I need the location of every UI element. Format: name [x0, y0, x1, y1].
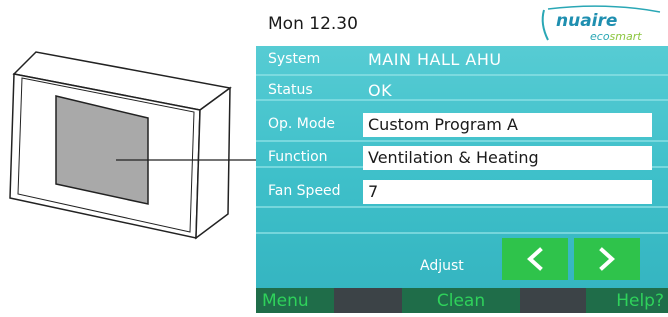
svg-text:ecosmart: ecosmart — [590, 30, 642, 43]
system-label: System — [268, 51, 321, 67]
device-illustration — [0, 0, 280, 313]
svg-text:nuaire: nuaire — [556, 11, 617, 31]
help-button[interactable]: Help? — [586, 288, 668, 313]
controller-panel: Mon 12.30 nuaire ecosmart System MAIN HA… — [256, 0, 668, 313]
function-label: Function — [268, 149, 328, 165]
row-function: Function Ventilation & Heating — [256, 146, 668, 172]
menu-button[interactable]: Menu — [256, 288, 334, 313]
status-value: OK — [368, 81, 393, 100]
date-time: Mon 12.30 — [268, 14, 358, 34]
row-fan-speed: Fan Speed 7 — [256, 180, 668, 206]
row-separator — [256, 232, 668, 234]
panel-header: Mon 12.30 nuaire ecosmart — [256, 0, 668, 46]
row-op-mode: Op. Mode Custom Program A — [256, 113, 668, 139]
fan-speed-field[interactable]: 7 — [363, 180, 652, 204]
op-mode-field[interactable]: Custom Program A — [363, 113, 652, 137]
status-label: Status — [268, 82, 313, 98]
fan-speed-label: Fan Speed — [268, 183, 341, 199]
chevron-left-icon — [527, 247, 543, 271]
row-system: System MAIN HALL AHU — [256, 48, 668, 74]
op-mode-label: Op. Mode — [268, 116, 335, 132]
nuaire-logo: nuaire ecosmart — [526, 4, 666, 46]
chevron-right-icon — [599, 247, 615, 271]
row-status: Status OK — [256, 79, 668, 105]
row-separator — [256, 206, 668, 208]
adjust-right-button[interactable] — [574, 238, 640, 280]
function-field[interactable]: Ventilation & Heating — [363, 146, 652, 170]
bottom-bar: Menu Clean Help? — [256, 288, 668, 313]
adjust-label: Adjust — [420, 258, 464, 274]
row-separator — [256, 140, 668, 142]
adjust-left-button[interactable] — [502, 238, 568, 280]
clean-button[interactable]: Clean — [402, 288, 520, 313]
system-value: MAIN HALL AHU — [368, 50, 502, 69]
row-separator — [256, 74, 668, 76]
